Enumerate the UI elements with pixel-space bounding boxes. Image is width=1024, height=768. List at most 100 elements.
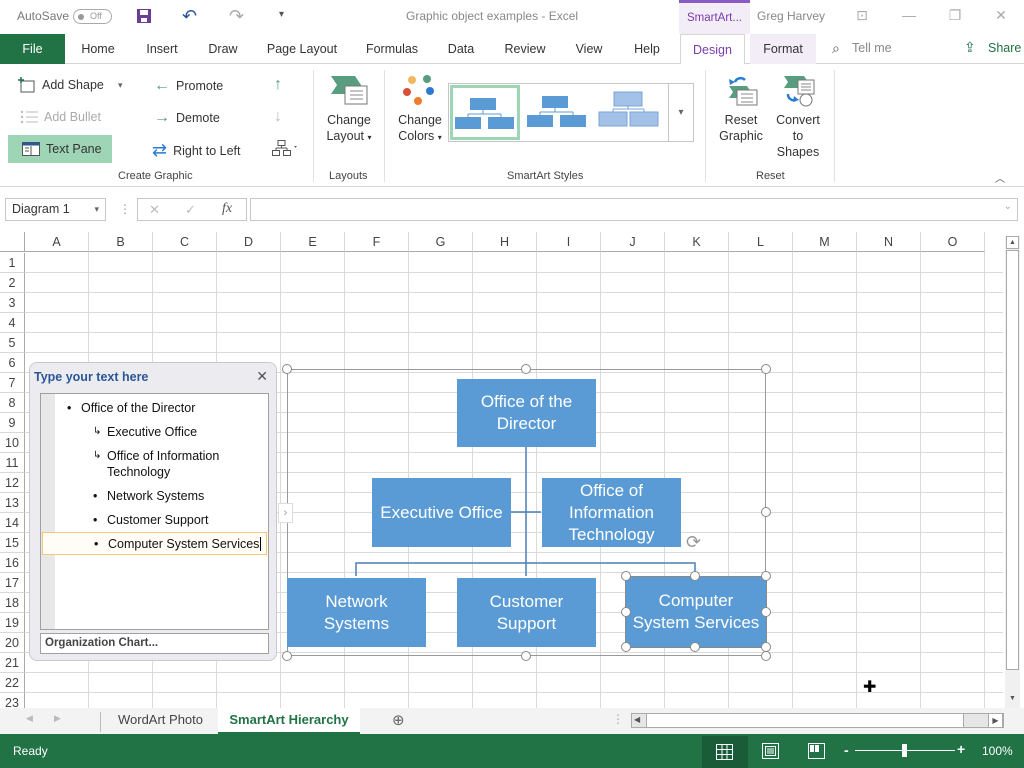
node-customer-support[interactable]: Customer Support xyxy=(457,578,596,647)
expand-formula-icon[interactable]: ⌄ xyxy=(1004,201,1012,212)
style-option-2[interactable] xyxy=(525,88,593,138)
scroll-down-icon[interactable]: ▼ xyxy=(1006,693,1019,706)
column-header[interactable]: H xyxy=(473,232,537,252)
collapse-ribbon-icon[interactable]: ︿ xyxy=(995,170,1005,185)
undo-icon[interactable]: ↶ xyxy=(182,6,197,27)
column-header[interactable]: D xyxy=(217,232,281,252)
share-button[interactable]: Share xyxy=(988,41,1021,55)
row-header[interactable]: 13 xyxy=(0,493,25,513)
node-network-systems[interactable]: Network Systems xyxy=(287,578,426,647)
column-header[interactable]: B xyxy=(89,232,153,252)
vertical-scroll-thumb[interactable] xyxy=(1006,250,1019,670)
text-pane-item[interactable]: • Customer Support xyxy=(93,512,208,528)
select-all-corner[interactable] xyxy=(0,232,25,252)
column-header[interactable]: G xyxy=(409,232,473,252)
layout-hierarchy-icon[interactable] xyxy=(272,140,300,159)
row-header[interactable]: 15 xyxy=(0,533,25,553)
text-pane-item[interactable]: • Network Systems xyxy=(93,488,204,504)
name-box-dropdown-icon[interactable]: ▾ xyxy=(94,199,99,220)
text-pane-footer-link[interactable]: Organization Chart... xyxy=(40,633,269,654)
normal-view-button[interactable] xyxy=(702,736,748,768)
row-header[interactable]: 2 xyxy=(0,273,25,293)
shape-handle[interactable] xyxy=(621,571,631,581)
tab-data[interactable]: Data xyxy=(440,34,482,64)
column-header[interactable]: I xyxy=(537,232,601,252)
node-executive-office[interactable]: Executive Office xyxy=(372,478,511,547)
move-up-icon[interactable]: ↑ xyxy=(274,76,282,94)
demote-button[interactable]: → Demote xyxy=(154,109,220,127)
row-header[interactable]: 11 xyxy=(0,453,25,473)
text-pane-expand-button[interactable]: › xyxy=(278,503,293,523)
gallery-more-button[interactable]: ▾ xyxy=(668,84,693,141)
column-header[interactable]: A xyxy=(25,232,89,252)
column-header[interactable]: K xyxy=(665,232,729,252)
minimize-icon[interactable]: — xyxy=(899,7,919,23)
insert-function-icon[interactable]: fx xyxy=(222,201,232,217)
add-shape-dropdown-icon[interactable]: ▾ xyxy=(118,80,123,91)
sheet-tab-smartart-hierarchy[interactable]: SmartArt Hierarchy xyxy=(218,708,360,734)
formula-input[interactable]: ⌄ xyxy=(250,198,1018,221)
move-down-icon[interactable]: ↓ xyxy=(274,108,282,126)
tab-view[interactable]: View xyxy=(567,34,611,64)
column-header[interactable]: E xyxy=(281,232,345,252)
node-computer-system-services[interactable]: Computer System Services xyxy=(625,576,767,648)
column-header[interactable]: L xyxy=(729,232,793,252)
zoom-slider-thumb[interactable] xyxy=(902,744,907,757)
resize-handle[interactable] xyxy=(761,507,771,517)
customize-qat-icon[interactable]: ▾ xyxy=(279,9,284,20)
row-header[interactable]: 9 xyxy=(0,413,25,433)
column-header[interactable]: F xyxy=(345,232,409,252)
tab-formulas[interactable]: Formulas xyxy=(360,34,424,64)
tell-me-input[interactable]: Tell me xyxy=(852,41,892,55)
page-layout-view-icon[interactable] xyxy=(762,743,779,759)
split-handle-icon[interactable]: ⋮ xyxy=(612,712,624,726)
tab-home[interactable]: Home xyxy=(72,34,124,64)
reset-graphic-button[interactable]: Reset Graphic xyxy=(716,74,766,144)
vertical-scrollbar[interactable]: ▲ ▼ xyxy=(1005,236,1020,708)
resize-handle[interactable] xyxy=(521,651,531,661)
close-icon[interactable]: ✕ xyxy=(991,7,1011,24)
shape-handle[interactable] xyxy=(621,607,631,617)
name-box[interactable]: Diagram 1 ▾ xyxy=(5,198,106,221)
page-break-view-icon[interactable] xyxy=(808,743,825,759)
user-name[interactable]: Greg Harvey xyxy=(757,9,825,23)
restore-icon[interactable]: ❐ xyxy=(945,7,965,24)
add-shape-button[interactable]: Add Shape xyxy=(18,77,104,93)
row-header[interactable]: 19 xyxy=(0,613,25,633)
tab-insert[interactable]: Insert xyxy=(138,34,186,64)
text-pane-close-icon[interactable]: ✕ xyxy=(256,368,268,385)
zoom-level[interactable]: 100% xyxy=(982,744,1013,758)
text-pane-item[interactable]: • Office of the Director xyxy=(67,400,195,416)
tab-file[interactable]: File xyxy=(0,34,65,64)
change-layout-button[interactable]: Change Layout ▾ xyxy=(322,74,376,146)
row-header[interactable]: 7 xyxy=(0,373,25,393)
row-header[interactable]: 5 xyxy=(0,333,25,353)
resize-handle[interactable] xyxy=(282,651,292,661)
shape-handle[interactable] xyxy=(690,642,700,652)
resize-handle[interactable] xyxy=(761,651,771,661)
scroll-right-icon[interactable]: ▶ xyxy=(988,713,1003,728)
add-bullet-button[interactable]: Add Bullet xyxy=(20,109,101,125)
convert-to-shapes-button[interactable]: Convert to Shapes xyxy=(770,74,826,160)
row-header[interactable]: 10 xyxy=(0,433,25,453)
shape-handle[interactable] xyxy=(761,571,771,581)
zoom-in-icon[interactable]: + xyxy=(957,741,965,757)
rotate-handle-icon[interactable]: ⟳ xyxy=(686,532,701,553)
horizontal-scrollbar[interactable]: ◀ ▶ xyxy=(631,713,1004,728)
column-header[interactable]: C xyxy=(153,232,217,252)
zoom-out-icon[interactable]: - xyxy=(844,742,849,758)
redo-icon[interactable]: ↷ xyxy=(229,6,244,27)
tab-page-layout[interactable]: Page Layout xyxy=(262,34,342,64)
node-office-of-the-director[interactable]: Office of the Director xyxy=(457,379,596,447)
sheet-prev-icon[interactable]: ◀ xyxy=(26,713,33,724)
row-header[interactable]: 14 xyxy=(0,513,25,533)
shape-handle[interactable] xyxy=(690,571,700,581)
text-pane-button[interactable]: Text Pane xyxy=(8,135,112,163)
row-header[interactable]: 18 xyxy=(0,593,25,613)
row-header[interactable]: 4 xyxy=(0,313,25,333)
new-sheet-icon[interactable]: ⊕ xyxy=(392,711,405,729)
shape-handle[interactable] xyxy=(761,607,771,617)
shape-handle[interactable] xyxy=(621,642,631,652)
tab-design[interactable]: Design xyxy=(680,34,745,65)
column-header[interactable]: O xyxy=(921,232,985,252)
